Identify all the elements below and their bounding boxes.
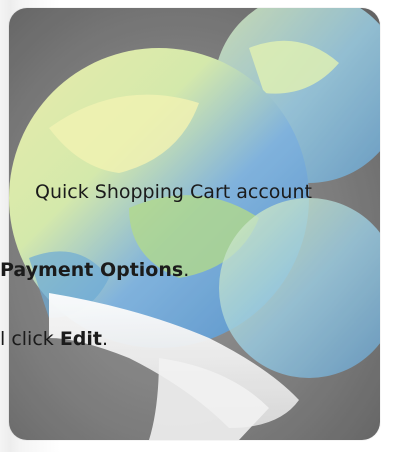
step-text-payment-options: Payment Options. — [0, 259, 190, 281]
step-text-account: Quick Shopping Cart account — [35, 181, 312, 203]
step-text-edit: l click Edit. — [0, 328, 109, 350]
edit-label: Edit — [59, 328, 102, 350]
payment-options-label: Payment Options — [0, 259, 184, 281]
network-globe-icon — [9, 8, 380, 440]
